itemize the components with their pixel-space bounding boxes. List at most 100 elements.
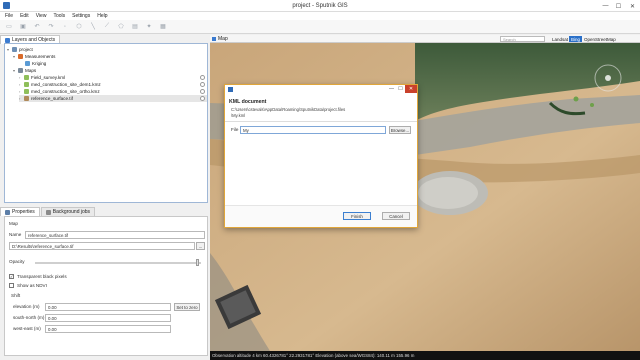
table-icon[interactable]: ▦: [158, 22, 168, 32]
app-window: project - Sputnik GIS — ☐ ✕ File Edit Vi…: [0, 0, 640, 360]
basemap-bing[interactable]: Bing: [569, 36, 583, 42]
layers-icon[interactable]: ▤: [130, 22, 140, 32]
divider: [225, 121, 417, 122]
tree-item-project[interactable]: ▾ project: [7, 46, 207, 53]
finish-button[interactable]: Finish: [343, 212, 371, 220]
tree-item-label: Maps: [25, 68, 37, 73]
menu-help[interactable]: Help: [97, 13, 107, 19]
dialog-path-line: \My.kml: [231, 113, 246, 118]
transparent-checkbox[interactable]: ✓: [9, 274, 14, 279]
polygon-icon[interactable]: ⬡: [74, 22, 84, 32]
maps-folder-icon: [18, 68, 23, 73]
map-search-input[interactable]: Search: [500, 36, 545, 42]
redo-icon[interactable]: ↷: [46, 22, 56, 32]
app-logo-icon: [228, 87, 233, 92]
elevation-field[interactable]: 0.00: [45, 303, 171, 311]
minimize-button[interactable]: —: [599, 0, 612, 12]
path-browse-button[interactable]: ...: [196, 242, 205, 250]
dialog-close-button[interactable]: ✕: [405, 85, 417, 93]
ruler-icon[interactable]: ⟋: [102, 22, 112, 32]
window-title: project - Sputnik GIS: [292, 2, 348, 9]
menu-edit[interactable]: Edit: [20, 13, 29, 19]
kml-document-dialog: — ☐ ✕ KML document C:\Users\cstevals\App…: [224, 84, 418, 228]
map-header: Map Search Landsat Bing OpenStreetMap: [210, 35, 640, 43]
open-icon[interactable]: ▭: [4, 22, 14, 32]
compass-icon[interactable]: [605, 75, 611, 81]
layers-tree: ▾ project ▾ Measurements Kriging ▾ Maps …: [4, 43, 208, 203]
menu-settings[interactable]: Settings: [72, 13, 90, 19]
tree-item-dem[interactable]: › med_construction_site_dem1.kmz: [19, 81, 207, 88]
tree-item-label: Measurements: [25, 54, 56, 59]
opacity-slider-thumb[interactable]: [195, 259, 199, 266]
tree-item-label: project: [19, 47, 33, 52]
tree-item-ortho[interactable]: › med_construction_site_ortho.kmz: [19, 88, 207, 95]
ndvi-label: Show as NDVI: [17, 283, 47, 288]
kmz-file-icon: [24, 82, 29, 87]
tree-item-maps[interactable]: ▾ Maps: [13, 67, 207, 74]
transparent-label: Transparent black pixels: [17, 274, 67, 279]
west-east-field[interactable]: 0.00: [45, 325, 171, 333]
dialog-maximize-button[interactable]: ☐: [396, 85, 405, 93]
save-icon[interactable]: ▣: [18, 22, 28, 32]
cancel-button[interactable]: Cancel: [382, 212, 410, 220]
tab-label: Properties: [12, 209, 35, 215]
visibility-radio[interactable]: [200, 82, 205, 87]
browse-button[interactable]: Browse...: [389, 126, 411, 134]
tree-item-label: med_construction_site_ortho.kmz: [31, 89, 100, 94]
layers-icon: [5, 37, 10, 43]
line-icon[interactable]: ╲: [88, 22, 98, 32]
tab-label: Map: [218, 35, 228, 42]
dialog-heading: KML document: [229, 99, 267, 105]
undo-icon[interactable]: ↶: [32, 22, 42, 32]
menu-file[interactable]: File: [5, 13, 13, 19]
shape-icon[interactable]: ⬠: [116, 22, 126, 32]
raster-file-icon: [24, 96, 29, 101]
tab-background-jobs[interactable]: Background jobs: [40, 207, 96, 216]
path-field[interactable]: D:\Results\reference_surface.tif: [9, 242, 195, 250]
kmz-file-icon: [24, 89, 29, 94]
set-to-zero-button[interactable]: Set to zero: [174, 303, 200, 311]
tab-properties[interactable]: Properties: [0, 207, 40, 216]
south-north-field[interactable]: 0.00: [45, 314, 171, 322]
title-bar: project - Sputnik GIS — ☐ ✕: [0, 0, 640, 12]
toolbar: ▭ ▣ ↶ ↷ ◦ ⬡ ╲ ⟋ ⬠ ▤ ✦ ▦: [0, 20, 640, 34]
kriging-icon: [25, 61, 30, 66]
tree-item-field-survey[interactable]: › Field_survey.kml: [19, 74, 207, 81]
menu-tools[interactable]: Tools: [53, 13, 65, 19]
section-label: Map: [9, 221, 18, 226]
name-label: Name: [9, 232, 22, 237]
dialog-footer: Finish Cancel: [225, 205, 417, 227]
basemap-openstreetmap[interactable]: OpenStreetMap: [582, 36, 618, 42]
measurement-icon: [18, 54, 23, 59]
dialog-title-bar: — ☐ ✕: [225, 85, 417, 94]
tab-map[interactable]: Map: [210, 36, 228, 42]
properties-panel: Map Name reference_surface.tif D:\Result…: [4, 216, 208, 356]
visibility-radio[interactable]: [200, 89, 205, 94]
close-button[interactable]: ✕: [625, 0, 640, 12]
shift-label: Shift: [11, 293, 21, 298]
globe-icon: [212, 36, 216, 41]
ndvi-checkbox[interactable]: [9, 283, 14, 288]
tree-item-label: Kriging: [32, 61, 47, 66]
file-label: File: [231, 127, 239, 132]
file-name-input[interactable]: My: [240, 126, 386, 134]
opacity-slider[interactable]: [35, 262, 201, 264]
basemap-landsat[interactable]: Landsat: [550, 36, 570, 42]
menu-bar: File Edit View Tools Settings Help: [0, 12, 640, 20]
menu-view[interactable]: View: [36, 13, 47, 19]
dialog-minimize-button[interactable]: —: [387, 85, 396, 93]
satellite-icon[interactable]: ✦: [144, 22, 154, 32]
name-field[interactable]: reference_surface.tif: [25, 231, 205, 239]
tree-item-kriging[interactable]: Kriging: [25, 60, 207, 67]
point-icon[interactable]: ◦: [60, 22, 70, 32]
dialog-path: C:\Users\cstevals\AppData\Roaming\Sputni…: [231, 107, 345, 119]
maximize-button[interactable]: ☐: [612, 0, 625, 12]
south-north-label: south-north (m): [13, 315, 45, 320]
elevation-label: elevation (m): [13, 304, 40, 309]
tree-item-label: Field_survey.kml: [31, 75, 66, 80]
visibility-radio[interactable]: [200, 75, 205, 80]
jobs-icon: [45, 209, 51, 215]
visibility-radio[interactable]: [200, 96, 205, 101]
tree-item-measurements[interactable]: ▾ Measurements: [13, 53, 207, 60]
tree-item-reference-surface[interactable]: › reference_surface.tif: [19, 95, 207, 102]
